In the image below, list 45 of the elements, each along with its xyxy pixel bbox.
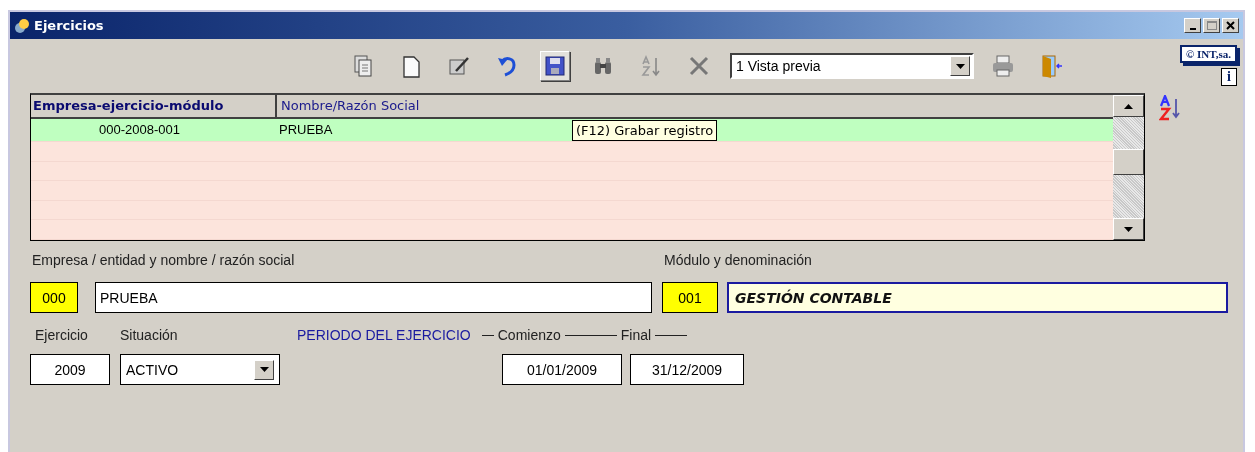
module-name-field[interactable]: GESTIÓN CONTABLE: [727, 282, 1228, 313]
door-icon: [1039, 54, 1063, 78]
year-field[interactable]: 2009: [30, 354, 110, 385]
table-cell-text: 000-2008-001: [98, 121, 181, 139]
scroll-down-icon: [1124, 226, 1133, 232]
end-date-field[interactable]: 31/12/2009: [630, 354, 744, 385]
company-name-field[interactable]: PRUEBA: [95, 282, 652, 313]
close-icon: [1226, 21, 1235, 30]
save-icon: [543, 54, 567, 78]
maximize-button[interactable]: [1203, 18, 1220, 33]
field-label: Empresa / entidad y nombre / razón social: [32, 252, 296, 270]
maximize-icon: [1206, 21, 1217, 30]
close-button[interactable]: [1222, 18, 1239, 33]
copy-icon: [351, 54, 375, 78]
scrollbar[interactable]: [1113, 95, 1144, 240]
field-label: Ejercicio: [35, 327, 89, 343]
info-button[interactable]: i: [1221, 68, 1237, 86]
minimize-icon: [1189, 27, 1196, 30]
start-date-field[interactable]: 01/01/2009: [502, 354, 622, 385]
app-icon: [14, 17, 30, 34]
sort-icon: [639, 54, 663, 78]
dropdown-arrow-icon: [259, 367, 269, 372]
section-label: PERIODO DEL EJERCICIO: [297, 327, 471, 343]
delete-icon: [687, 54, 711, 78]
field-label: Final: [620, 327, 652, 343]
status-select[interactable]: ACTIVO: [120, 354, 280, 385]
tooltip: (F12) Grabar registro: [572, 120, 718, 141]
sort-az-icon[interactable]: [1159, 95, 1183, 121]
scroll-up-icon: [1124, 103, 1133, 109]
copyright-badge[interactable]: © INT,sa.: [1180, 45, 1237, 63]
minimize-button[interactable]: [1184, 18, 1201, 33]
window-title: Ejercicios: [34, 18, 104, 33]
table-cell-text: PRUEBA: [278, 121, 333, 139]
column-header[interactable]: Empresa-ejercicio-módulo: [31, 95, 277, 117]
field-label: Módulo y denominación: [664, 252, 812, 270]
scroll-thumb[interactable]: [1113, 149, 1144, 175]
report-select[interactable]: 1 Vista previa: [730, 53, 974, 79]
save-button[interactable]: [540, 51, 570, 81]
printer-icon: [991, 54, 1015, 78]
column-header[interactable]: Nombre/Razón Social: [277, 95, 1113, 117]
module-code-field[interactable]: 001: [662, 282, 718, 313]
field-label: Comienzo: [497, 327, 561, 343]
company-code-field[interactable]: 000: [30, 282, 78, 313]
field-label: Situación: [120, 327, 179, 343]
dropdown-arrow-icon: [955, 63, 965, 69]
